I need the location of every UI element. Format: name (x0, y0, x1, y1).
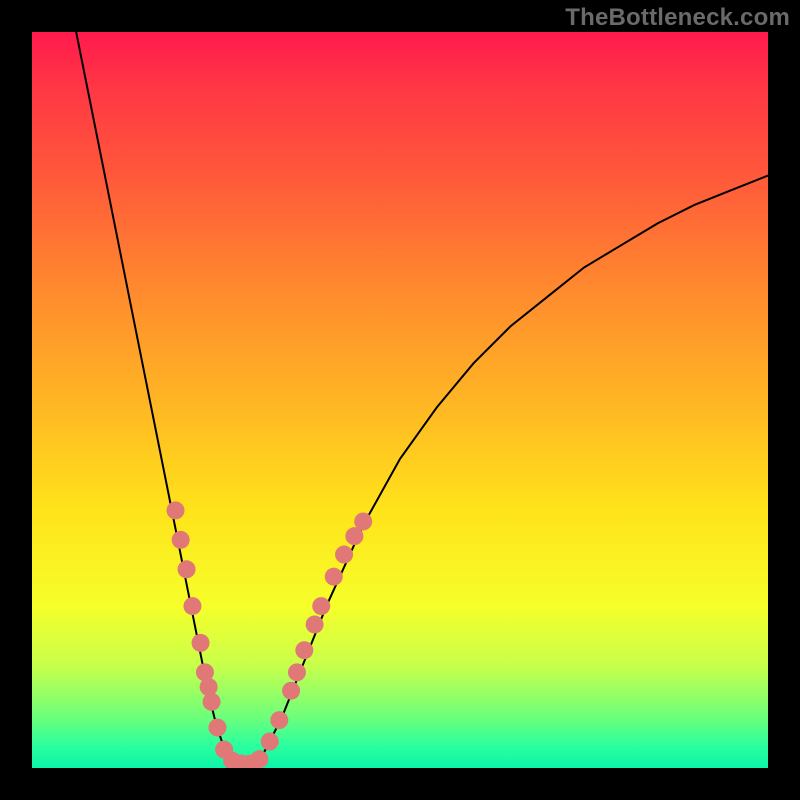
plot-area (32, 32, 768, 768)
scatter-dot (295, 641, 313, 659)
scatter-dot (261, 733, 279, 751)
scatter-dot (312, 597, 330, 615)
scatter-dot (250, 750, 268, 768)
scatter-dot (172, 531, 190, 549)
scatter-dot (208, 719, 226, 737)
chart-svg (32, 32, 768, 768)
scatter-dot (270, 711, 288, 729)
watermark-text: TheBottleneck.com (565, 4, 790, 32)
scatter-dot (306, 615, 324, 633)
series-curve-left (76, 32, 238, 764)
scatter-dot (178, 560, 196, 578)
scatter-dot (183, 597, 201, 615)
scatter-dot (167, 501, 185, 519)
scatter-dot (354, 512, 372, 530)
series-curve-right (253, 176, 768, 765)
scatter-dot (325, 568, 343, 586)
scatter-dot (282, 682, 300, 700)
scatter-dot (288, 663, 306, 681)
scatter-dot (192, 634, 210, 652)
scatter-dot (203, 693, 221, 711)
chart-frame: TheBottleneck.com (0, 0, 800, 800)
scatter-dot (335, 546, 353, 564)
